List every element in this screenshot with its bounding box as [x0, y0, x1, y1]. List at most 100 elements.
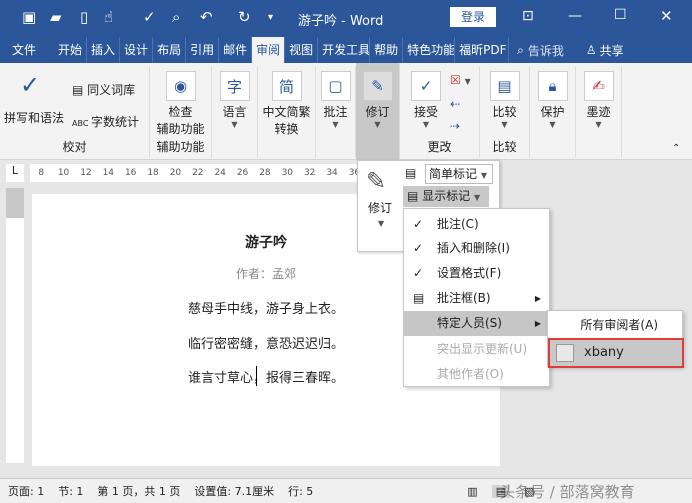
open-icon[interactable]: ▰: [50, 8, 62, 26]
text-cursor: [256, 366, 257, 386]
language-button[interactable]: 字 语言 ▼: [212, 67, 258, 157]
maximize-icon[interactable]: ☐: [614, 7, 627, 23]
status-section[interactable]: 节: 1: [58, 483, 83, 499]
tab-home[interactable]: 开始: [54, 37, 88, 63]
tab-help[interactable]: 帮助: [370, 37, 404, 63]
dropdown-arrow-icon: ▼: [595, 120, 602, 129]
tab-design[interactable]: 设计: [120, 37, 154, 63]
show-markup-button[interactable]: ▤ 显示标记 ▼: [403, 186, 489, 207]
ruler-margin: [6, 188, 24, 218]
ink-icon: ✍: [583, 71, 614, 101]
status-position[interactable]: 设置值: 7.1厘米: [194, 483, 274, 499]
menu-item-balloons[interactable]: ▤ 批注框(B) ▶: [404, 286, 549, 311]
customize-icon[interactable]: ▾: [268, 12, 273, 23]
check-accessibility-button[interactable]: 检查 辅助功能: [150, 103, 211, 137]
menu-label: 插入和删除(I): [437, 241, 510, 255]
print-preview-icon[interactable]: ⌕: [172, 8, 180, 26]
user-icon: ♙: [585, 43, 597, 57]
next-change-icon[interactable]: ⇢: [450, 119, 460, 133]
ink-button[interactable]: ✍ 墨迹 ▼: [576, 67, 622, 157]
tab-features[interactable]: 特色功能: [403, 37, 456, 63]
protect-button[interactable]: 🔒︎ 保护 ▼: [530, 67, 576, 157]
comment-button[interactable]: ▢ 批注 ▼: [316, 67, 356, 157]
compare-button[interactable]: 比较: [480, 103, 529, 120]
tab-foxit-pdf[interactable]: 福昕PDF: [455, 37, 510, 63]
search-icon: ⌕: [517, 42, 524, 57]
thesaurus-button[interactable]: ▤ 同义词库: [72, 81, 135, 98]
group-label: 校对: [62, 140, 87, 154]
submenu-arrow-icon: ▶: [534, 294, 541, 303]
vertical-ruler[interactable]: [6, 188, 24, 463]
accept-icon: ✓: [411, 71, 441, 101]
dropdown-arrow-icon: ▼: [422, 120, 430, 129]
tell-me-input[interactable]: 告诉我: [528, 42, 564, 59]
tab-review[interactable]: 审阅: [252, 37, 286, 63]
menu-item-formatting[interactable]: ✓ 设置格式(F): [404, 261, 549, 286]
collapse-ribbon-icon[interactable]: ⌃: [672, 143, 680, 154]
tab-references[interactable]: 引用: [186, 37, 220, 63]
all-reviewers-item[interactable]: 所有审阅者(A): [548, 313, 682, 338]
label-line: 转换: [274, 122, 299, 136]
language-icon: 字: [219, 71, 250, 101]
tab-developer[interactable]: 开发工具: [318, 37, 371, 63]
track-changes-icon: ✎: [366, 167, 387, 195]
ruler-tick-label: 26: [236, 168, 249, 178]
chinese-conversion-button[interactable]: 简 中文简繁 转换: [258, 67, 316, 157]
ruler-tick-label: 34: [326, 168, 338, 178]
show-markup-icon: ▤: [407, 189, 423, 203]
word-count-button[interactable]: ABC 字数统计: [72, 113, 139, 130]
menu-label: 其他作者(O): [437, 367, 504, 381]
markup-select[interactable]: 简单标记 ▼: [425, 164, 493, 184]
tab-stop-icon[interactable]: L: [6, 164, 24, 182]
ribbon: ✓ 拼写和语法 ▤ 同义词库 ABC 字数统计 校对 ◉ 检查 辅助功能 辅助功能…: [0, 63, 692, 160]
dropdown-arrow-icon: ▼: [549, 120, 556, 129]
reviewer-checkbox[interactable]: [556, 344, 574, 362]
protect-label: 保护: [540, 105, 565, 119]
spelling-grammar-button[interactable]: 拼写和语法: [4, 109, 64, 126]
menu-label: 设置格式(F): [437, 266, 502, 280]
menu-item-comments[interactable]: ✓ 批注(C): [404, 212, 549, 237]
check-icon: ✓: [413, 241, 424, 255]
status-bar: 页面: 1 节: 1 第 1 页，共 1 页 设置值: 7.1厘米 行: 5 ▥…: [0, 478, 692, 503]
check-icon: ✓: [413, 266, 424, 280]
display-for-review-icon: ▤: [405, 166, 417, 180]
share-button[interactable]: 共享: [600, 42, 624, 59]
track-changes-button[interactable]: ✎ 修订 ▼: [356, 63, 400, 160]
spelling-icon[interactable]: ✓: [143, 8, 156, 26]
touch-icon[interactable]: ☝: [104, 8, 113, 26]
reviewer-item-xbany[interactable]: xbany: [548, 338, 684, 368]
minimize-icon[interactable]: —: [568, 8, 582, 24]
ribbon-display-icon[interactable]: ⊡: [522, 8, 534, 24]
tab-insert[interactable]: 插入: [87, 37, 121, 63]
tab-view[interactable]: 视图: [285, 37, 319, 63]
ruler-tick-label: 18: [147, 168, 159, 178]
status-page[interactable]: 页面: 1: [8, 483, 44, 499]
ribbon-tabs: 文件 开始 插入 设计 布局 引用 邮件 审阅 视图 开发工具 帮助 特色功能 …: [0, 37, 692, 63]
menu-item-specific-people[interactable]: 特定人员(S) ▶: [404, 311, 549, 336]
status-line[interactable]: 行: 5: [288, 483, 313, 499]
close-icon[interactable]: ✕: [660, 7, 673, 25]
menu-item-insertions-deletions[interactable]: ✓ 插入和删除(I): [404, 236, 549, 261]
undo-icon[interactable]: ↶: [200, 8, 213, 26]
reviewer-name: xbany: [584, 345, 624, 360]
dropdown-arrow-icon: ▼: [378, 219, 385, 228]
accept-button[interactable]: ✓ 接受 ▼: [408, 67, 444, 129]
chinese-conversion-icon: 简: [271, 71, 302, 101]
tab-mailings[interactable]: 邮件: [219, 37, 253, 63]
reject-icon[interactable]: ☒ ▼: [450, 73, 471, 87]
label-line: 辅助功能: [156, 122, 205, 136]
redo-icon[interactable]: ↻: [238, 8, 251, 26]
login-button[interactable]: 登录: [450, 7, 496, 27]
group-label: 更改: [427, 140, 452, 154]
label-line: 检查: [168, 105, 193, 119]
track-changes-button[interactable]: 修订: [368, 199, 392, 216]
new-icon[interactable]: ▯: [80, 8, 88, 26]
dropdown-arrow-icon: ▼: [501, 120, 508, 129]
status-page-count[interactable]: 第 1 页，共 1 页: [97, 483, 180, 499]
previous-change-icon[interactable]: ⇠: [450, 97, 460, 111]
tab-file[interactable]: 文件: [8, 37, 40, 63]
balloons-icon: ▤: [413, 291, 425, 305]
tab-layout[interactable]: 布局: [153, 37, 187, 63]
read-mode-icon[interactable]: ▥: [467, 485, 477, 498]
save-icon[interactable]: ▣: [22, 8, 36, 26]
